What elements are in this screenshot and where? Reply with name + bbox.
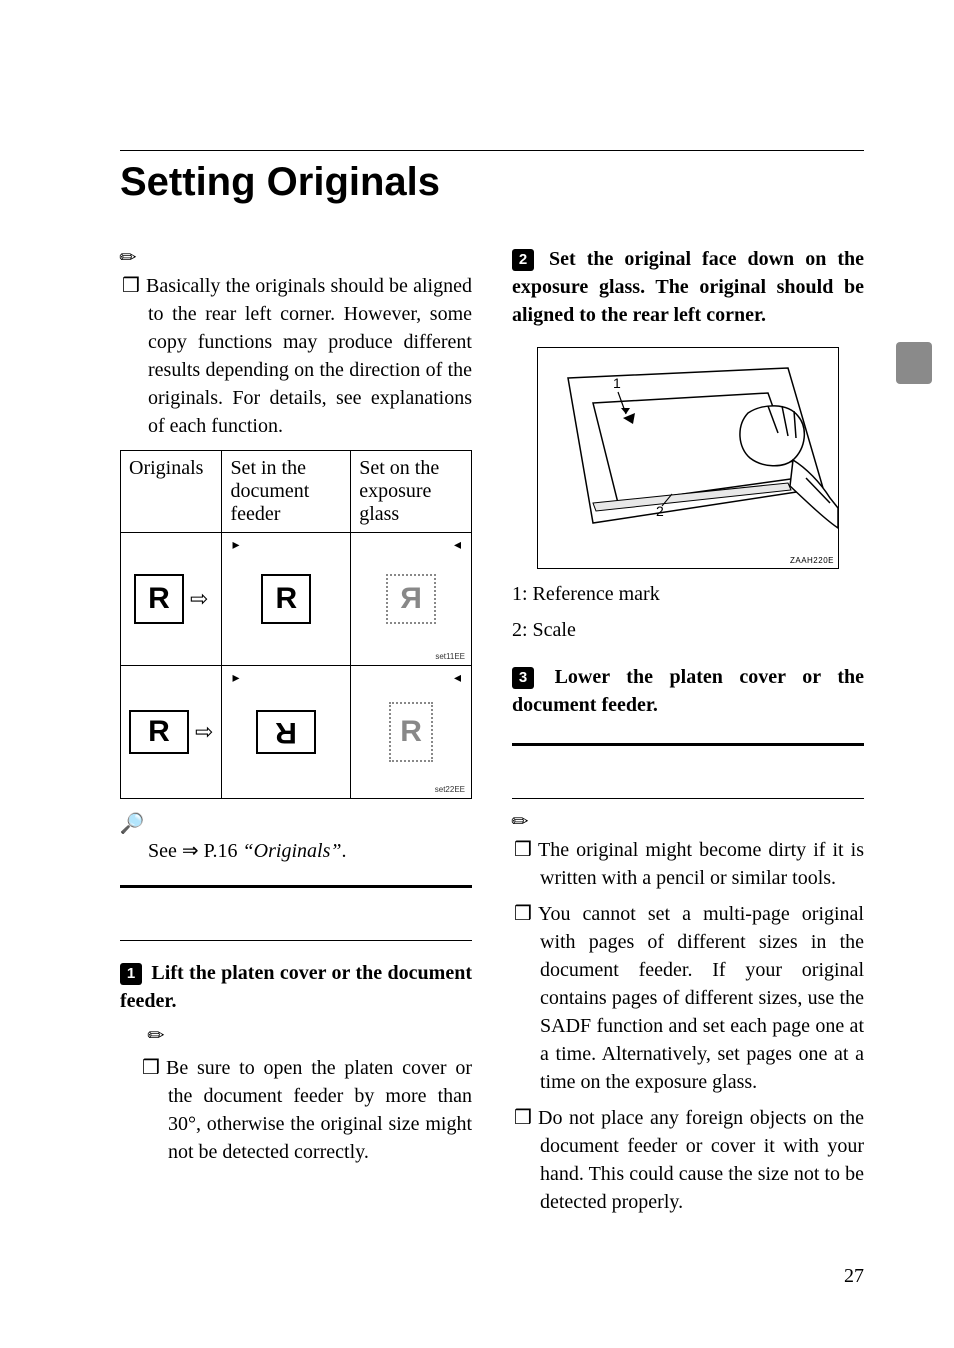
letter-box: R — [261, 574, 311, 624]
pencil-icon: ✎ — [506, 807, 536, 837]
table-header-row: Originals Set in the document feeder Set… — [121, 451, 472, 533]
step-number-badge: 3 — [512, 667, 534, 689]
step-number-badge: 1 — [120, 963, 142, 985]
ref-suffix: . — [341, 840, 346, 862]
cell-feeder-1: ▸ R — [222, 533, 351, 666]
th-glass: Set on the exposure glass — [351, 451, 472, 533]
arrow-right-icon: ⇨ — [190, 586, 208, 612]
legend-1: 1: Reference mark — [512, 579, 864, 609]
spacer — [512, 746, 864, 780]
tick-mark: ▸ — [232, 670, 239, 687]
intro-note-list: Basically the originals should be aligne… — [120, 272, 472, 440]
letter-box-rotated: R — [256, 710, 316, 754]
row-caption: set11EE — [435, 652, 465, 661]
step-3: 3 Lower the platen cover or the document… — [512, 663, 864, 719]
ref-prefix: See ⇒ P.16 — [148, 840, 243, 862]
originals-table: Originals Set in the document feeder Set… — [120, 450, 472, 799]
pencil-icon: ✎ — [114, 243, 144, 273]
intro-note: Basically the originals should be aligne… — [148, 272, 472, 440]
step-2: 2 Set the original face down on the expo… — [512, 245, 864, 329]
letter-box-mirrored: R — [386, 574, 436, 624]
cell-original-2: R ⇨ — [121, 666, 222, 799]
th-originals: Originals — [121, 451, 222, 533]
row-caption: set22EE — [435, 785, 465, 794]
adf-note-2: You cannot set a multi-page original wit… — [540, 900, 864, 1096]
left-column: ✎ Basically the originals should be alig… — [120, 245, 472, 1226]
pencil-icon: ✎ — [142, 1021, 172, 1051]
step-2-text: Set the original face down on the exposu… — [512, 248, 864, 326]
table-row: R ⇨ ▸ R ◂ R set22EE — [121, 666, 472, 799]
arrow-right-icon: ⇨ — [195, 719, 213, 745]
magnifier-icon: 🔍 — [120, 811, 145, 836]
page-title: Setting Originals — [120, 160, 864, 205]
letter-box: R — [129, 710, 189, 754]
table-row: R ⇨ ▸ R ◂ R set11EE — [121, 533, 472, 666]
step-3-text: Lower the platen cover or the document f… — [512, 666, 864, 716]
legend-2: 2: Scale — [512, 615, 864, 645]
step-1-note-list: Be sure to open the platen cover or the … — [120, 1054, 472, 1166]
page: Setting Originals ✎ Basically the origin… — [0, 0, 954, 1348]
adf-note-1: The original might become dirty if it is… — [540, 836, 864, 892]
svg-text:1: 1 — [613, 375, 621, 391]
section-rule — [512, 798, 864, 799]
original-glyph: R ⇨ — [134, 574, 208, 624]
ref-cite: “Originals” — [243, 840, 342, 862]
top-rule — [120, 150, 864, 151]
letter-box-vertical: R — [389, 702, 433, 762]
step-1-note: Be sure to open the platen cover or the … — [168, 1054, 472, 1166]
reference-block: 🔍 See ⇒ P.16 “Originals”. — [120, 811, 472, 863]
adf-notes-list: The original might become dirty if it is… — [512, 836, 864, 1216]
section-tab — [896, 342, 932, 384]
two-column-layout: ✎ Basically the originals should be alig… — [120, 245, 864, 1226]
cell-glass-1: ◂ R set11EE — [351, 533, 472, 666]
letter-box: R — [134, 574, 184, 624]
tick-mark: ▸ — [232, 537, 239, 554]
section-rule — [120, 940, 472, 941]
figure-caption: ZAAH220E — [790, 556, 834, 565]
original-glyph: R ⇨ — [129, 710, 213, 754]
tick-mark: ◂ — [454, 537, 461, 554]
tick-mark: ◂ — [454, 670, 461, 687]
spacer — [120, 888, 472, 922]
step-1-text: Lift the platen cover or the document fe… — [120, 962, 472, 1012]
cell-glass-2: ◂ R set22EE — [351, 666, 472, 799]
th-feeder: Set in the document feeder — [222, 451, 351, 533]
step-number-badge: 2 — [512, 249, 534, 271]
step-1: 1 Lift the platen cover or the document … — [120, 959, 472, 1015]
adf-note-3: Do not place any foreign objects on the … — [540, 1104, 864, 1216]
cell-original-1: R ⇨ — [121, 533, 222, 666]
page-number: 27 — [844, 1265, 864, 1288]
right-column: 2 Set the original face down on the expo… — [512, 245, 864, 1226]
reference-text: See ⇒ P.16 “Originals”. — [148, 838, 472, 863]
exposure-glass-figure: 1 2 — [537, 347, 839, 569]
cell-feeder-2: ▸ R — [222, 666, 351, 799]
figure-svg: 1 2 — [538, 348, 838, 568]
